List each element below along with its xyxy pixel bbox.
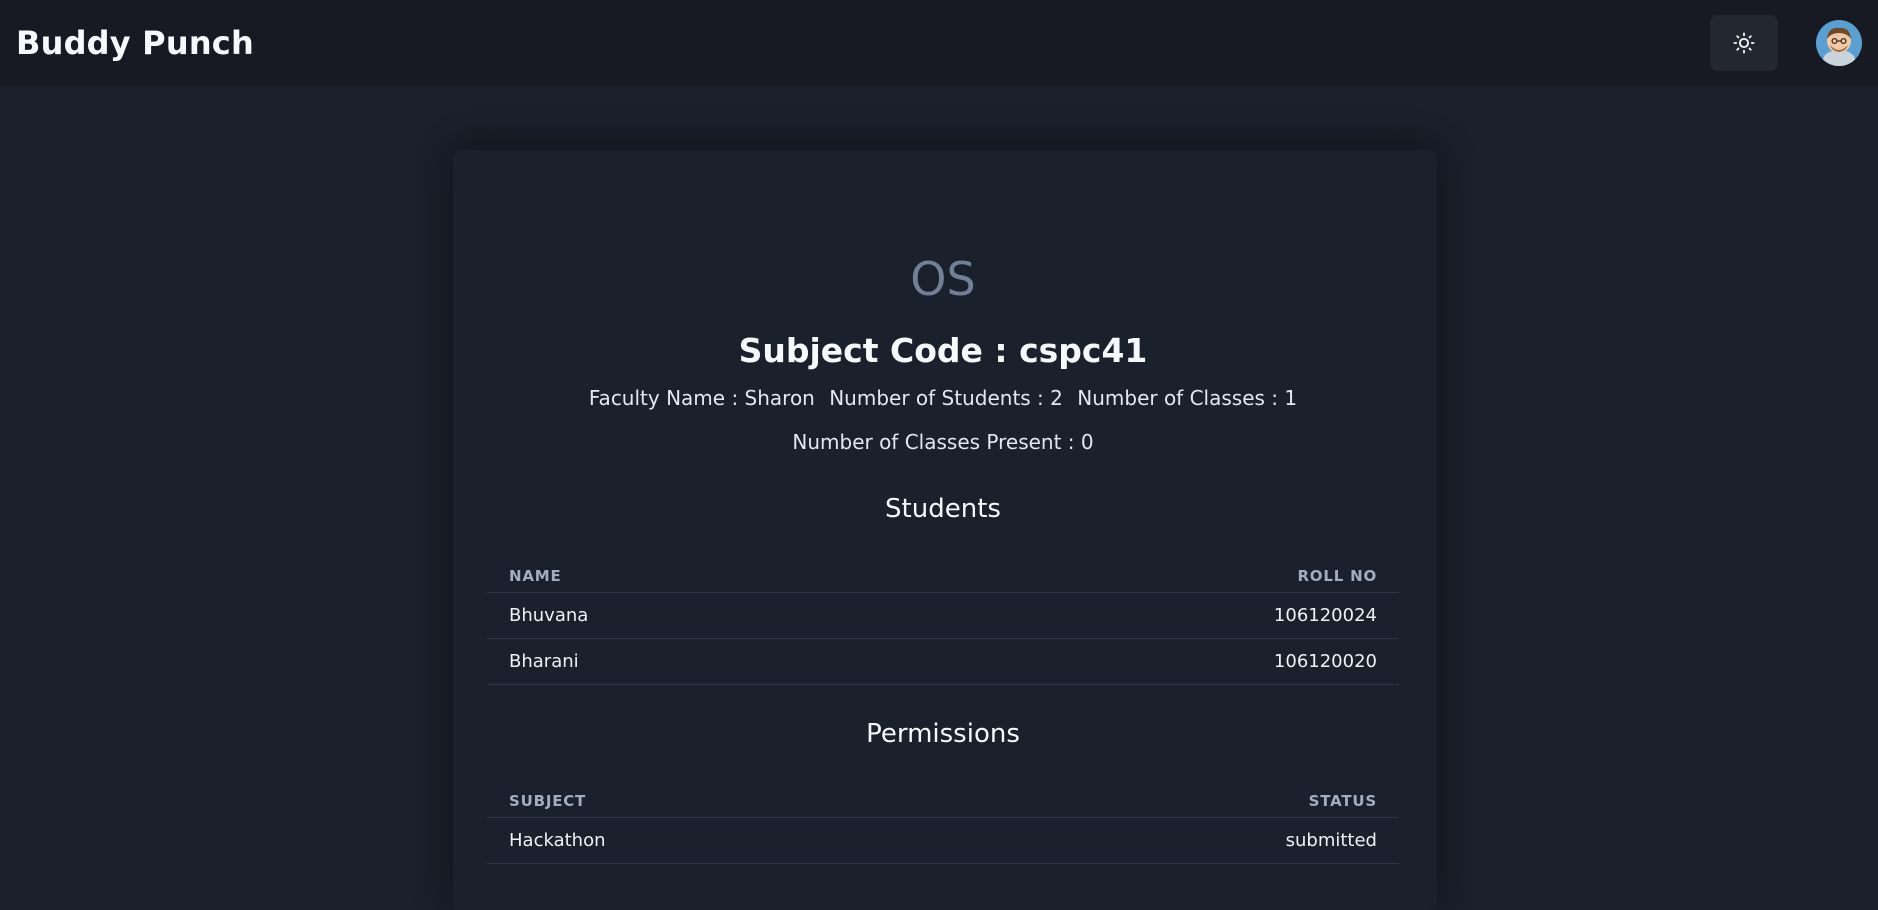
column-header-roll-no: ROLL NO	[902, 560, 1399, 593]
classes-present: Number of Classes Present : 0	[792, 430, 1094, 454]
table-header-row: SUBJECT STATUS	[487, 785, 1399, 818]
student-name: Bhuvana	[487, 592, 903, 639]
theme-toggle-button[interactable]	[1710, 15, 1778, 71]
column-header-status: STATUS	[951, 785, 1399, 818]
students-heading: Students	[885, 494, 1001, 524]
subject-name: OS	[910, 252, 976, 306]
user-avatar[interactable]	[1816, 20, 1862, 66]
student-roll-no: 106120020	[902, 638, 1399, 685]
permission-subject: Hackathon	[487, 817, 952, 864]
permissions-table: SUBJECT STATUS Hackathon submitted	[487, 785, 1399, 864]
table-row: Bhuvana 106120024	[487, 592, 1399, 639]
subject-code: Subject Code : cspc41	[738, 331, 1148, 370]
number-of-classes: Number of Classes : 1	[1077, 386, 1298, 410]
brand-title[interactable]: Buddy Punch	[16, 24, 254, 62]
table-row: Bharani 106120020	[487, 638, 1399, 685]
subject-info-line: Faculty Name : Sharon Number of Students…	[487, 386, 1399, 410]
navbar-actions	[1710, 15, 1862, 71]
student-roll-no: 106120024	[902, 592, 1399, 639]
table-header-row: NAME ROLL NO	[487, 560, 1399, 593]
students-table: NAME ROLL NO Bhuvana 106120024 Bharani 1…	[487, 560, 1399, 685]
avatar-icon	[1816, 20, 1862, 66]
column-header-name: NAME	[487, 560, 903, 593]
student-name: Bharani	[487, 638, 903, 685]
faculty-name: Faculty Name : Sharon	[588, 386, 815, 410]
permissions-heading: Permissions	[866, 719, 1020, 749]
number-of-students: Number of Students : 2	[829, 386, 1063, 410]
table-row: Hackathon submitted	[487, 817, 1399, 864]
sun-icon	[1733, 32, 1755, 54]
column-header-subject: SUBJECT	[487, 785, 952, 818]
permission-status: submitted	[951, 817, 1399, 864]
top-navbar: Buddy Punch	[0, 0, 1878, 86]
